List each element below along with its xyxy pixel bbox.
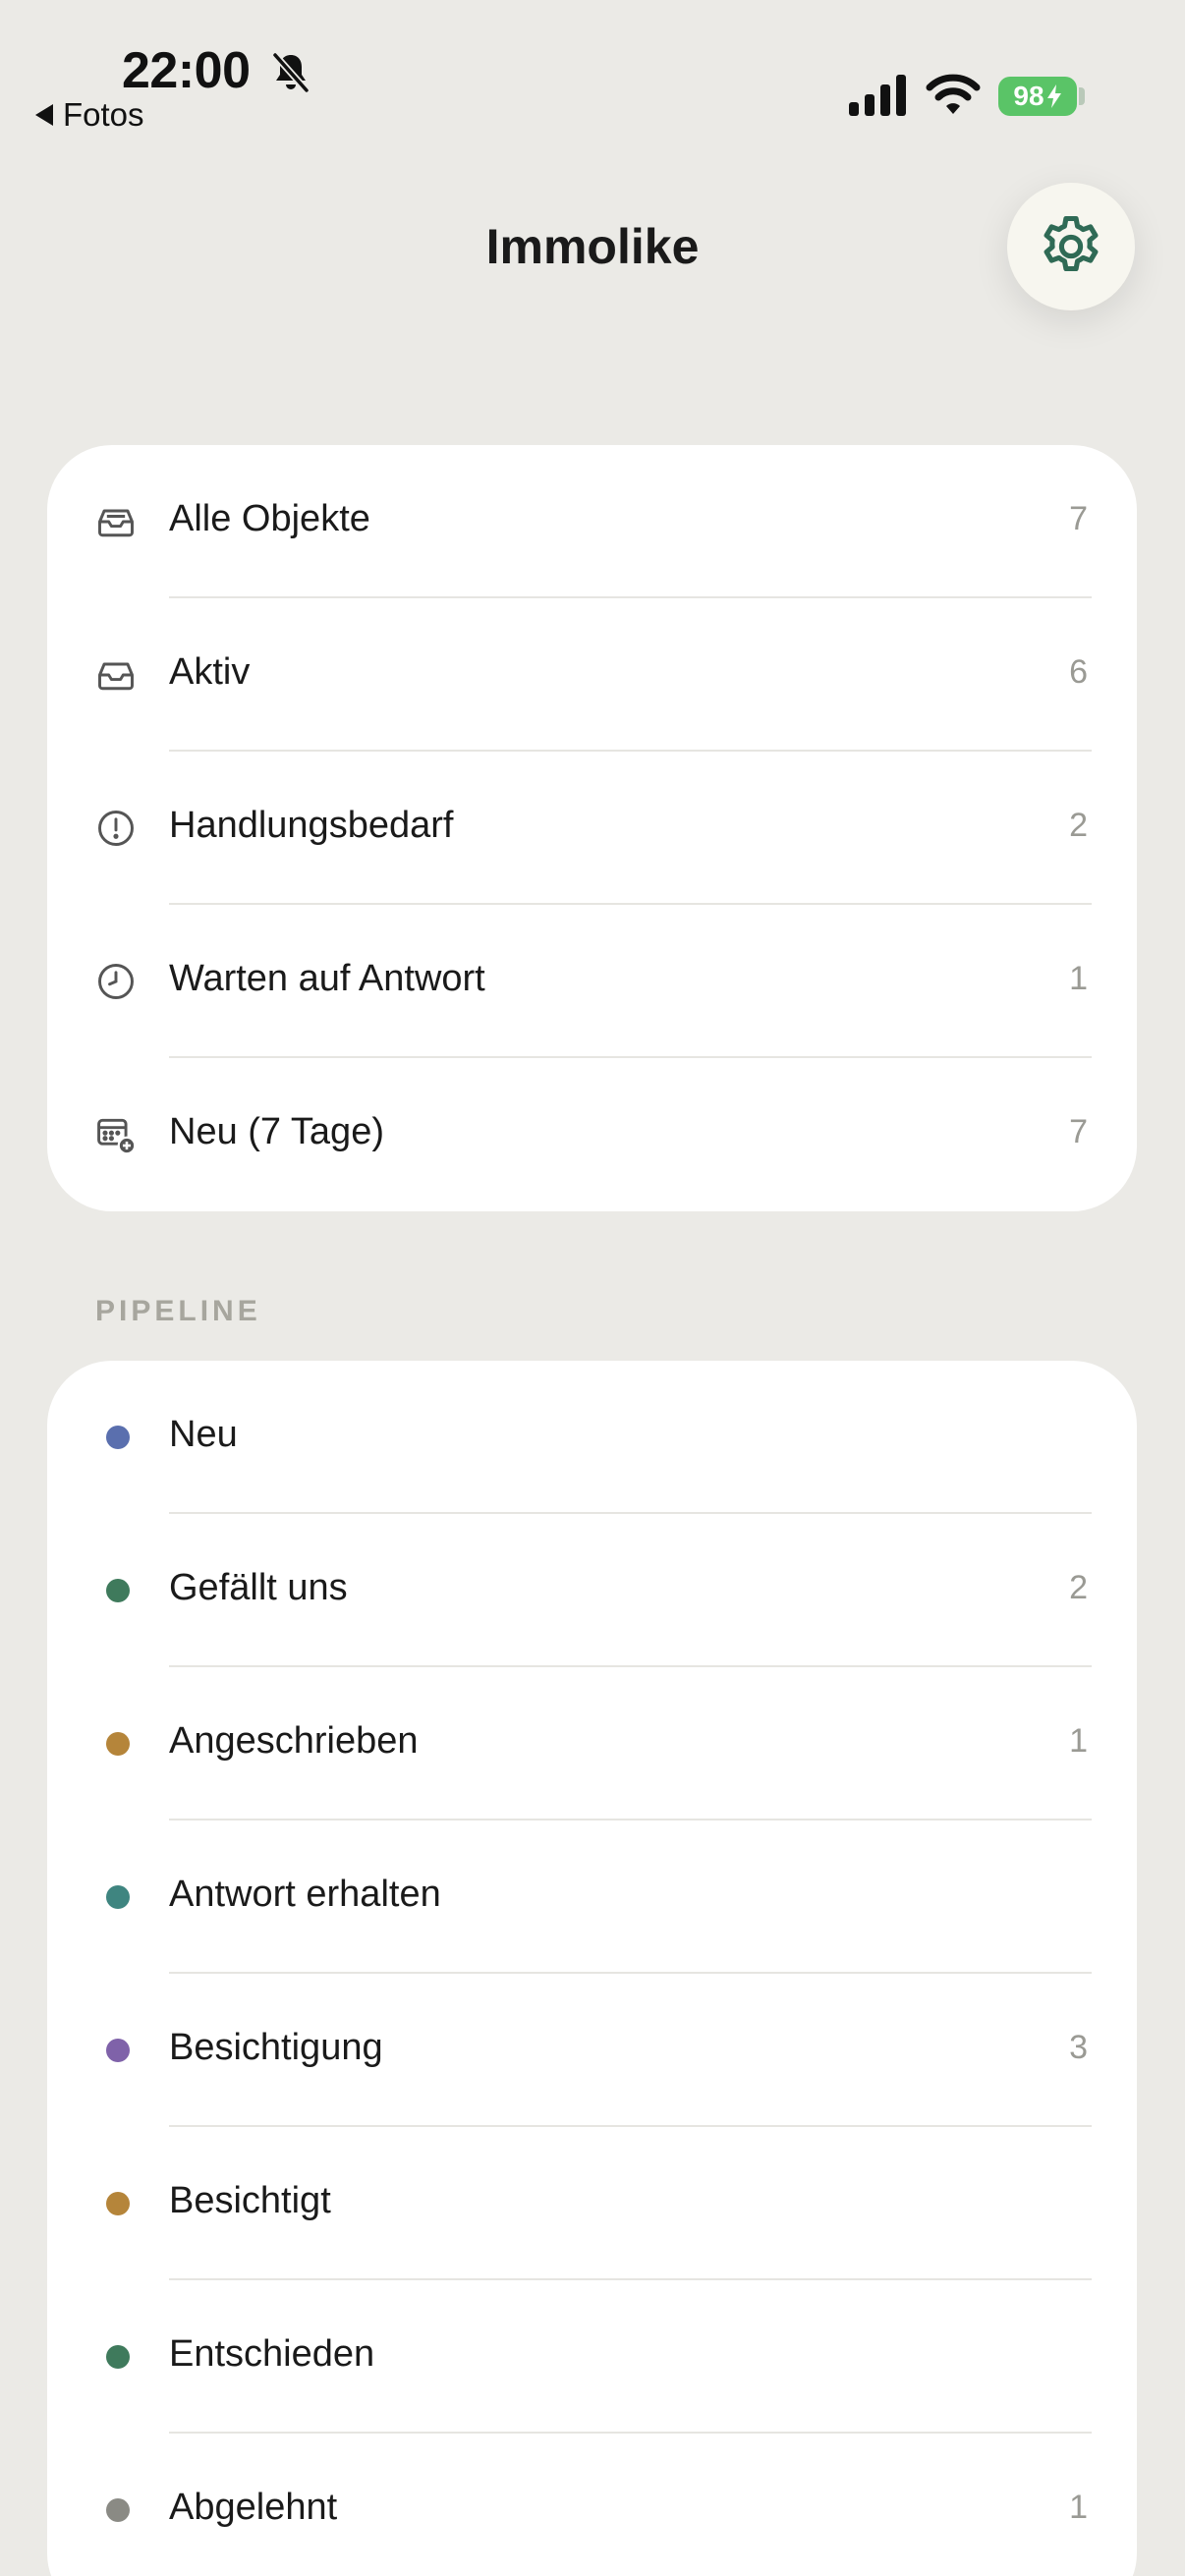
list-item-count: 2 — [1069, 1569, 1088, 1606]
list-item-label: Alle Objekte — [169, 498, 370, 539]
status-dot — [106, 1579, 130, 1602]
status-time: 22:00 — [122, 42, 251, 99]
list-item-label: Besichtigt — [169, 2180, 331, 2221]
pipeline-item-besichtigt[interactable]: Besichtigt — [47, 2127, 1137, 2280]
tray-full-icon — [94, 500, 138, 543]
status-dot — [106, 2192, 130, 2215]
status-dot — [106, 2498, 130, 2522]
silent-bell-icon — [267, 49, 314, 96]
list-item-label: Neu (7 Tage) — [169, 1111, 384, 1152]
battery-tip — [1079, 87, 1085, 105]
back-to-app-link[interactable]: Fotos — [35, 96, 144, 134]
settings-button[interactable] — [1007, 183, 1135, 310]
list-item-count: 1 — [1069, 960, 1088, 997]
pipeline-item-gefaellt-uns[interactable]: Gefällt uns 2 — [47, 1514, 1137, 1667]
list-item-label: Warten auf Antwort — [169, 958, 485, 999]
list-item-neu-7-tage[interactable]: Neu (7 Tage) 7 — [47, 1058, 1137, 1211]
list-item-aktiv[interactable]: Aktiv 6 — [47, 598, 1137, 752]
list-item-count: 3 — [1069, 2029, 1088, 2066]
gear-icon — [1044, 215, 1099, 272]
pipeline-item-neu[interactable]: Neu — [47, 1361, 1137, 1514]
status-bar: 22:00 Fotos 98 — [0, 0, 1185, 138]
section-header-pipeline: PIPELINE — [95, 1295, 261, 1327]
clock-icon — [94, 960, 138, 1003]
list-item-count: 1 — [1069, 1722, 1088, 1760]
list-item-alle-objekte[interactable]: Alle Objekte 7 — [47, 445, 1137, 598]
exclamation-circle-icon — [94, 807, 138, 850]
pipeline-item-abgelehnt[interactable]: Abgelehnt 1 — [47, 2434, 1137, 2576]
list-item-label: Aktiv — [169, 651, 251, 693]
list-item-count: 7 — [1069, 1113, 1088, 1150]
back-app-label: Fotos — [63, 96, 144, 133]
list-item-label: Angeschrieben — [169, 1720, 419, 1762]
list-item-label: Antwort erhalten — [169, 1874, 441, 1915]
status-dot — [106, 1732, 130, 1756]
list-item-label: Gefällt uns — [169, 1567, 348, 1608]
battery-level: 98 — [1013, 81, 1044, 111]
list-item-label: Besichtigung — [169, 2027, 383, 2068]
charging-bolt-icon — [1046, 84, 1061, 108]
tray-icon — [94, 653, 138, 697]
cellular-signal-icon — [849, 75, 908, 116]
wifi-icon — [926, 73, 981, 116]
list-item-count: 6 — [1069, 653, 1088, 691]
status-dot — [106, 2039, 130, 2062]
app-screen: 22:00 Fotos 98 Immolike Alle Objekte 7 A… — [0, 0, 1185, 2576]
status-dot — [106, 2345, 130, 2369]
overview-list: Alle Objekte 7 Aktiv 6 Handlungsbedarf 2… — [47, 445, 1137, 1211]
pipeline-list: Neu Gefällt uns 2 Angeschrieben 1 Antwor… — [47, 1361, 1137, 2576]
list-item-count: 1 — [1069, 2489, 1088, 2526]
back-triangle-icon — [35, 104, 53, 126]
pipeline-item-besichtigung[interactable]: Besichtigung 3 — [47, 1974, 1137, 2127]
status-dot — [106, 1426, 130, 1449]
battery-indicator: 98 — [998, 77, 1077, 116]
list-item-label: Entschieden — [169, 2333, 375, 2375]
calendar-plus-icon — [94, 1113, 138, 1156]
pipeline-item-angeschrieben[interactable]: Angeschrieben 1 — [47, 1667, 1137, 1820]
list-item-label: Neu — [169, 1414, 238, 1455]
list-item-count: 7 — [1069, 500, 1088, 537]
list-item-label: Handlungsbedarf — [169, 805, 454, 846]
pipeline-item-entschieden[interactable]: Entschieden — [47, 2280, 1137, 2434]
pipeline-item-antwort-erhalten[interactable]: Antwort erhalten — [47, 1820, 1137, 1974]
list-item-handlungsbedarf[interactable]: Handlungsbedarf 2 — [47, 752, 1137, 905]
list-item-warten-auf-antwort[interactable]: Warten auf Antwort 1 — [47, 905, 1137, 1058]
list-item-label: Abgelehnt — [169, 2487, 338, 2528]
list-item-count: 2 — [1069, 807, 1088, 844]
status-dot — [106, 1885, 130, 1909]
